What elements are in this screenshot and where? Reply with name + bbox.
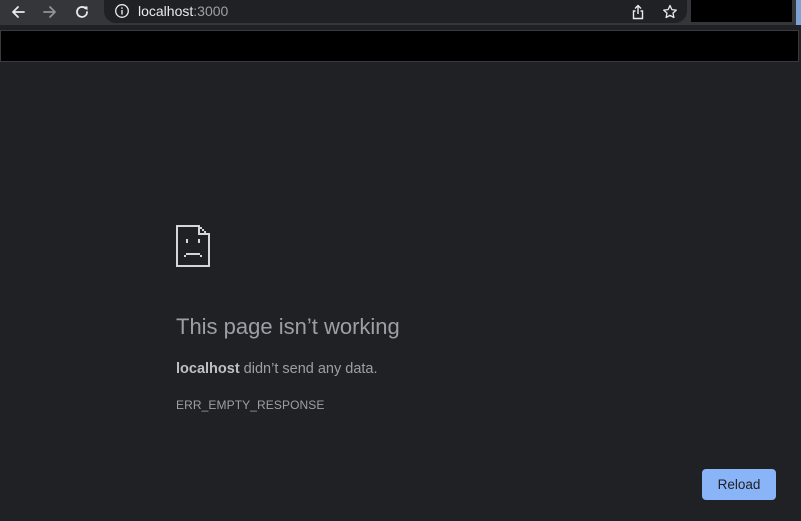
url-host: localhost [138, 3, 194, 19]
bookmark-button[interactable] [660, 2, 680, 22]
reload-button[interactable]: Reload [702, 469, 776, 500]
reload-icon [76, 6, 88, 18]
error-message-text: didn’t send any data. [239, 361, 378, 377]
url-text[interactable]: localhost:3000 [138, 3, 228, 19]
error-code: ERR_EMPTY_RESPONSE [176, 398, 325, 412]
window-edge [796, 0, 801, 25]
share-button[interactable] [628, 2, 648, 22]
address-bar[interactable]: localhost:3000 [104, 0, 687, 23]
reload-page-button[interactable] [69, 0, 95, 24]
browser-toolbar: localhost:3000 [0, 0, 801, 25]
sad-page-icon [176, 225, 210, 267]
redacted-toolbar-area [691, 0, 792, 22]
arrow-left-icon [12, 6, 25, 18]
error-host: localhost [176, 361, 240, 377]
star-icon [663, 4, 677, 19]
redacted-bookmarks-bar [0, 30, 799, 62]
arrow-right-icon [43, 6, 56, 18]
error-message: localhost didn’t send any data. [176, 361, 378, 377]
forward-button[interactable] [37, 0, 63, 24]
back-button[interactable] [5, 0, 31, 24]
url-port: :3000 [193, 3, 229, 19]
error-title: This page isn’t working [176, 314, 400, 339]
share-icon [632, 4, 644, 20]
info-icon[interactable] [114, 3, 130, 19]
